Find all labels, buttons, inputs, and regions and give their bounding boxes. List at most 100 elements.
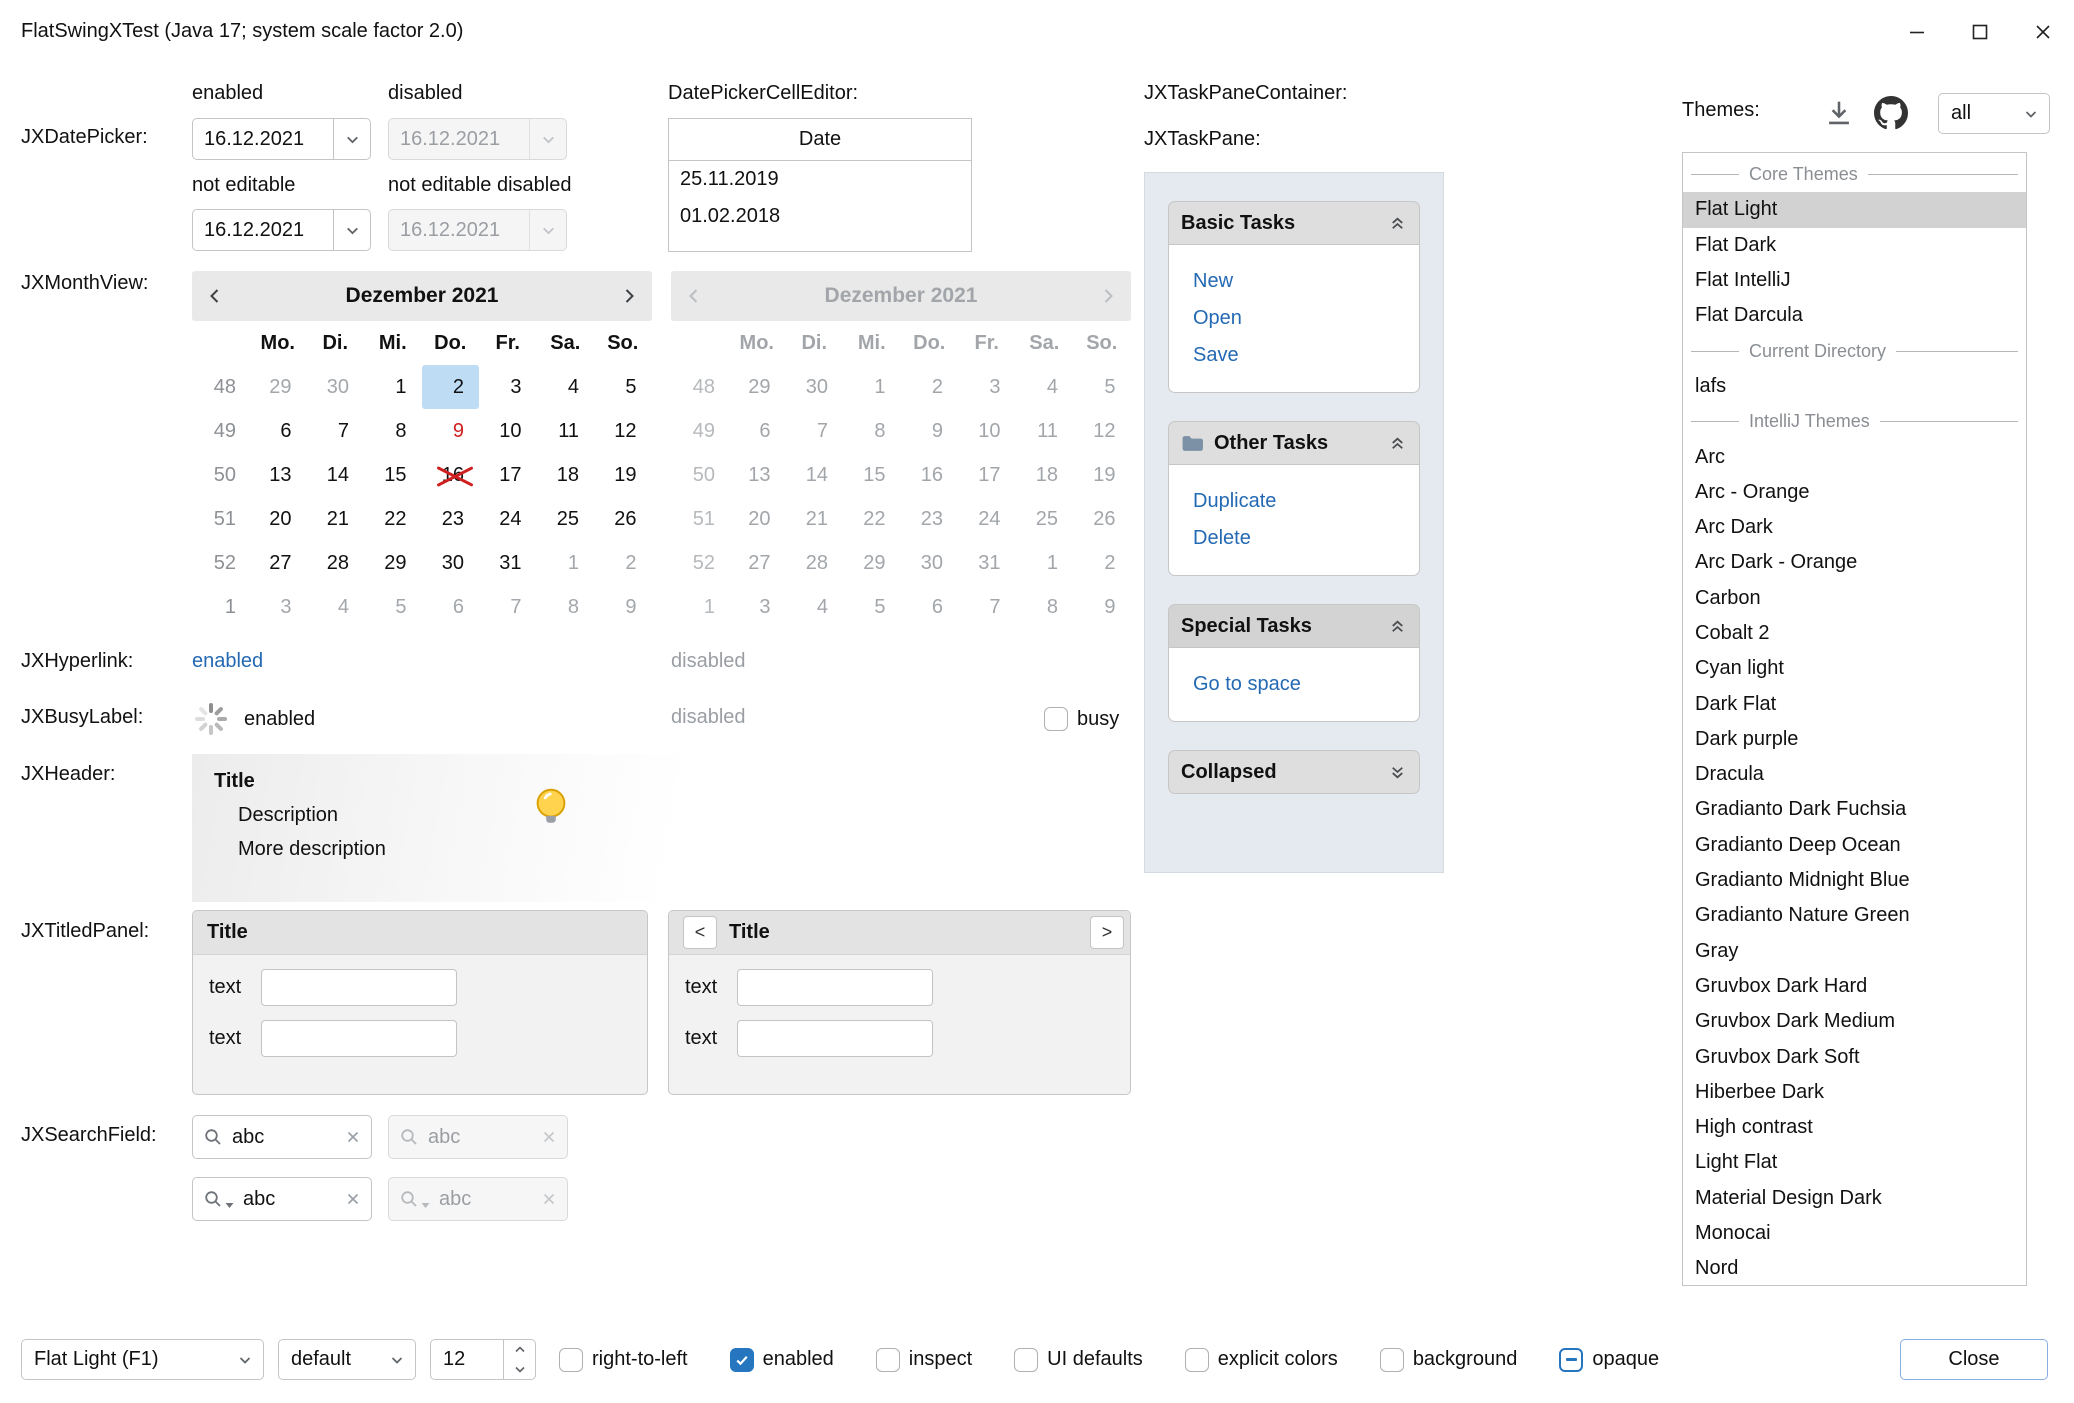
checkbox-box[interactable] <box>559 1348 583 1372</box>
searchfield-value[interactable]: abc <box>243 1188 336 1211</box>
checkbox-ui-defaults[interactable]: UI defaults <box>1014 1348 1143 1372</box>
calendar-day-cell[interactable]: 14 <box>307 453 365 497</box>
calendar-day-cell[interactable]: 27 <box>249 541 307 585</box>
theme-list-item-lafs[interactable]: lafs <box>1683 369 2026 404</box>
calendar-prev-button[interactable] <box>205 286 225 306</box>
datepicker-value[interactable]: 16.12.2021 <box>193 119 333 159</box>
font-size-spinner[interactable]: 12 <box>430 1339 536 1380</box>
spinner-value[interactable]: 12 <box>431 1340 503 1379</box>
checkbox-right-to-left[interactable]: right-to-left <box>559 1348 688 1372</box>
searchfield-enabled[interactable]: abc <box>192 1115 372 1159</box>
checkbox-box[interactable] <box>1044 707 1068 731</box>
taskpane-link-open[interactable]: Open <box>1193 300 1419 337</box>
searchfield-value[interactable]: abc <box>232 1126 336 1149</box>
calendar-day-cell[interactable]: 8 <box>364 409 422 453</box>
calendar-day-cell[interactable]: 7 <box>479 585 537 629</box>
search-menu-icon[interactable] <box>203 1189 234 1209</box>
calendar-day-cell[interactable]: 4 <box>307 585 365 629</box>
github-icon[interactable] <box>1874 96 1908 130</box>
theme-list-item-gruvbox-dark-medium[interactable]: Gruvbox Dark Medium <box>1683 1004 2026 1039</box>
text-input[interactable] <box>261 1020 457 1057</box>
theme-list-item-cobalt-2[interactable]: Cobalt 2 <box>1683 616 2026 651</box>
titlebar-right-button[interactable]: > <box>1090 916 1124 949</box>
text-input[interactable] <box>737 1020 933 1057</box>
titlebar-left-button[interactable]: < <box>683 916 717 949</box>
text-input[interactable] <box>737 969 933 1006</box>
table-row[interactable]: 25.11.2019 <box>669 161 971 198</box>
taskpane-link-duplicate[interactable]: Duplicate <box>1193 483 1419 520</box>
theme-list-item-material-design-dark[interactable]: Material Design Dark <box>1683 1181 2026 1216</box>
calendar-day-cell[interactable]: 19 <box>594 453 652 497</box>
checkbox-background[interactable]: background <box>1380 1348 1518 1372</box>
searchfield-with-menu-enabled[interactable]: abc <box>192 1177 372 1221</box>
theme-list-item-arc-dark[interactable]: Arc Dark <box>1683 510 2026 545</box>
calendar-day-cell[interactable]: 15 <box>364 453 422 497</box>
calendar-day-cell[interactable]: 8 <box>537 585 595 629</box>
theme-list-item-flat-intellij[interactable]: Flat IntelliJ <box>1683 263 2026 298</box>
checkbox-box[interactable] <box>1380 1348 1404 1372</box>
theme-list-item-dracula[interactable]: Dracula <box>1683 757 2026 792</box>
calendar-day-cell[interactable]: 31 <box>479 541 537 585</box>
calendar-day-cell[interactable]: 16 <box>422 453 480 497</box>
font-combo[interactable]: default <box>278 1339 416 1380</box>
table-row[interactable]: 01.02.2018 <box>669 198 971 235</box>
theme-list-item-gradianto-deep-ocean[interactable]: Gradianto Deep Ocean <box>1683 828 2026 863</box>
theme-list-item-gruvbox-dark-hard[interactable]: Gruvbox Dark Hard <box>1683 969 2026 1004</box>
calendar-day-cell[interactable]: 29 <box>364 541 422 585</box>
calendar-day-cell[interactable]: 22 <box>364 497 422 541</box>
calendar-day-cell[interactable]: 11 <box>537 409 595 453</box>
theme-list-item-cyan-light[interactable]: Cyan light <box>1683 651 2026 686</box>
collapse-icon[interactable] <box>1388 617 1407 636</box>
calendar-day-cell[interactable]: 5 <box>364 585 422 629</box>
collapse-icon[interactable] <box>1388 214 1407 233</box>
calendar-day-cell[interactable]: 7 <box>307 409 365 453</box>
calendar-day-cell[interactable]: 13 <box>249 453 307 497</box>
calendar-day-cell[interactable]: 10 <box>479 409 537 453</box>
calendar-day-cell[interactable]: 21 <box>307 497 365 541</box>
calendar-day-cell[interactable]: 26 <box>594 497 652 541</box>
datepicker-dropdown-button[interactable] <box>333 119 370 159</box>
calendar-day-cell[interactable]: 1 <box>537 541 595 585</box>
checkbox-opaque[interactable]: opaque <box>1559 1348 1659 1372</box>
taskpane-header-special-tasks[interactable]: Special Tasks <box>1168 604 1420 648</box>
calendar-day-cell[interactable]: 6 <box>249 409 307 453</box>
spinner-up-button[interactable] <box>504 1340 535 1360</box>
calendar-day-cell[interactable]: 12 <box>594 409 652 453</box>
taskpane-link-save[interactable]: Save <box>1193 337 1419 374</box>
calendar-day-cell[interactable]: 9 <box>422 409 480 453</box>
checkbox-box[interactable] <box>1559 1348 1583 1372</box>
laf-combo[interactable]: Flat Light (F1) <box>21 1339 264 1380</box>
theme-list-item-flat-darcula[interactable]: Flat Darcula <box>1683 298 2026 333</box>
hyperlink-enabled[interactable]: enabled <box>192 650 263 673</box>
calendar-day-cell[interactable]: 23 <box>422 497 480 541</box>
maximize-button[interactable] <box>1948 0 2011 63</box>
theme-list-item-gradianto-dark-fuchsia[interactable]: Gradianto Dark Fuchsia <box>1683 792 2026 827</box>
theme-list-item-hiberbee-dark[interactable]: Hiberbee Dark <box>1683 1075 2026 1110</box>
clear-icon[interactable] <box>345 1191 361 1207</box>
calendar-day-cell[interactable]: 2 <box>594 541 652 585</box>
calendar-day-cell[interactable]: 2 <box>422 365 480 409</box>
calendar-day-cell[interactable]: 18 <box>537 453 595 497</box>
theme-list-item-gradianto-nature-green[interactable]: Gradianto Nature Green <box>1683 898 2026 933</box>
theme-list-item-nord[interactable]: Nord <box>1683 1251 2026 1286</box>
checkbox-enabled[interactable]: enabled <box>730 1348 834 1372</box>
checkbox-box[interactable] <box>730 1348 754 1372</box>
theme-list-item-arc-dark-orange[interactable]: Arc Dark - Orange <box>1683 545 2026 580</box>
taskpane-link-go-to-space[interactable]: Go to space <box>1193 666 1419 703</box>
calendar-day-cell[interactable]: 1 <box>364 365 422 409</box>
theme-list-item-light-flat[interactable]: Light Flat <box>1683 1145 2026 1180</box>
calendar-day-cell[interactable]: 6 <box>422 585 480 629</box>
theme-list-item-high-contrast[interactable]: High contrast <box>1683 1110 2026 1145</box>
checkbox-box[interactable] <box>1185 1348 1209 1372</box>
calendar-day-cell[interactable]: 4 <box>537 365 595 409</box>
taskpane-header-other-tasks[interactable]: Other Tasks <box>1168 421 1420 465</box>
busy-checkbox[interactable]: busy <box>1044 707 1119 731</box>
calendar-day-cell[interactable]: 28 <box>307 541 365 585</box>
table-column-header[interactable]: Date <box>669 119 971 161</box>
calendar-day-cell[interactable]: 17 <box>479 453 537 497</box>
minimize-button[interactable] <box>1885 0 1948 63</box>
theme-list-item-flat-dark[interactable]: Flat Dark <box>1683 228 2026 263</box>
datepicker-dropdown-button[interactable] <box>333 210 370 250</box>
calendar-day-cell[interactable]: 29 <box>249 365 307 409</box>
theme-list-item-arc-orange[interactable]: Arc - Orange <box>1683 475 2026 510</box>
